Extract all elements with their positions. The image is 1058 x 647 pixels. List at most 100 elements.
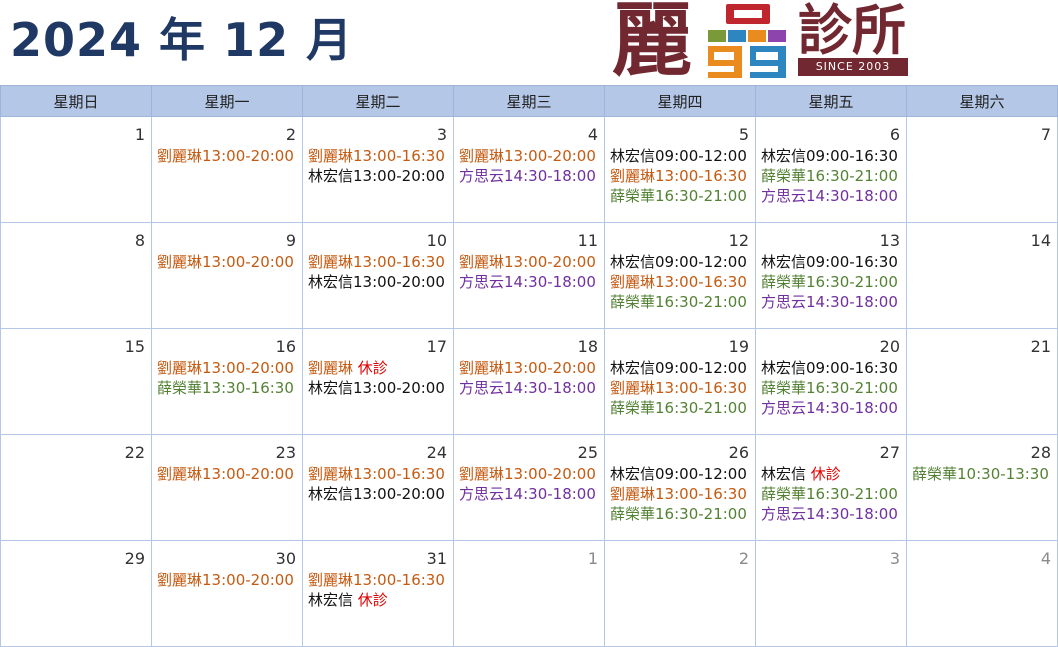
shift-time: 13:00-20:00: [353, 273, 445, 291]
day-cell[interactable]: 31 劉麗琳13:00-16:30 林宏信 休診: [302, 540, 454, 647]
closed-label: 休診: [357, 591, 388, 609]
shift-time: 13:00-20:00: [202, 571, 294, 589]
doctor-shift: 劉麗琳13:00-20:00: [157, 570, 296, 590]
day-cell[interactable]: 20 林宏信09:00-16:30 薛榮華16:30-21:00 方思云14:30-1…: [755, 328, 907, 435]
day-cell[interactable]: 19 林宏信09:00-12:00 劉麗琳13:00-16:30 薛榮華16:30-2…: [604, 328, 756, 435]
day-cell[interactable]: 2 劉麗琳13:00-20:00: [151, 116, 303, 223]
week-row: 8 9 劉麗琳13:00-20:00 10 劉麗琳13:00-16:30 林宏信13:00…: [0, 222, 1058, 329]
day-cell[interactable]: 3 劉麗琳13:00-16:30 林宏信13:00-20:00: [302, 116, 454, 223]
logo-char-li: 麗: [612, 0, 692, 87]
shift-time: 13:00-20:00: [202, 465, 294, 483]
doctor-name: 林宏信: [308, 485, 354, 503]
day-cell[interactable]: 13 林宏信09:00-16:30 薛榮華16:30-21:00 方思云14:30-1…: [755, 222, 907, 329]
day-number: 23: [275, 443, 296, 462]
doctor-shift: 劉麗琳13:00-20:00: [157, 146, 296, 166]
doctor-name: 薛榮華: [912, 465, 958, 483]
doctor-name: 薛榮華: [157, 379, 203, 397]
day-cell[interactable]: 25 劉麗琳13:00-20:00 方思云14:30-18:00: [453, 434, 605, 541]
day-cell[interactable]: 4 劉麗琳13:00-20:00 方思云14:30-18:00: [453, 116, 605, 223]
doctor-shift: 林宏信 休診: [308, 590, 447, 610]
weekday-header: 星期六: [906, 85, 1058, 117]
day-cell[interactable]: 21: [906, 328, 1058, 435]
day-cell[interactable]: 8: [0, 222, 152, 329]
doctor-shift: 林宏信09:00-16:30: [761, 252, 900, 272]
shift-time: 13:00-16:30: [655, 167, 747, 185]
doctor-shift: 林宏信09:00-12:00: [610, 252, 749, 272]
doctor-name: 方思云: [459, 273, 505, 291]
day-number: 4: [587, 125, 598, 144]
doctor-shift: 劉麗琳13:00-20:00: [459, 146, 598, 166]
doctor-name: 林宏信: [610, 359, 656, 377]
day-cell[interactable]: 30 劉麗琳13:00-20:00: [151, 540, 303, 647]
day-cell[interactable]: 9 劉麗琳13:00-20:00: [151, 222, 303, 329]
doctor-shift: 薛榮華16:30-21:00: [761, 484, 900, 504]
doctor-name: 劉麗琳: [308, 571, 354, 589]
day-cell[interactable]: 24 劉麗琳13:00-16:30 林宏信13:00-20:00: [302, 434, 454, 541]
doctor-name: 林宏信: [761, 465, 807, 483]
day-cell[interactable]: 17 劉麗琳 休診 林宏信13:00-20:00: [302, 328, 454, 435]
doctor-name: 劉麗琳: [157, 253, 203, 271]
doctor-name: 劉麗琳: [459, 147, 505, 165]
doctor-shift: 劉麗琳13:00-20:00: [157, 252, 296, 272]
shift-time: 16:30-21:00: [655, 187, 747, 205]
day-number: 22: [124, 443, 145, 462]
doctor-shift: 劉麗琳13:00-16:30: [610, 484, 749, 504]
shift-time: 14:30-18:00: [504, 167, 596, 185]
doctor-shift: 劉麗琳13:00-16:30: [308, 570, 447, 590]
doctor-shift: 劉麗琳13:00-16:30: [308, 464, 447, 484]
day-cell[interactable]: 5 林宏信09:00-12:00 劉麗琳13:00-16:30 薛榮華16:30-21…: [604, 116, 756, 223]
doctor-name: 劉麗琳: [308, 147, 354, 165]
doctor-name: 林宏信: [761, 147, 807, 165]
doctor-name: 方思云: [761, 293, 807, 311]
doctor-shift: 林宏信09:00-16:30: [761, 146, 900, 166]
day-cell[interactable]: 6 林宏信09:00-16:30 薛榮華16:30-21:00 方思云14:30-18…: [755, 116, 907, 223]
doctor-shift: 林宏信13:00-20:00: [308, 484, 447, 504]
doctor-shift: 林宏信13:00-20:00: [308, 166, 447, 186]
day-number: 3: [889, 549, 900, 568]
shift-time: 14:30-18:00: [806, 505, 898, 523]
day-cell[interactable]: 3: [755, 540, 907, 647]
day-cell[interactable]: 11 劉麗琳13:00-20:00 方思云14:30-18:00: [453, 222, 605, 329]
day-cell[interactable]: 2: [604, 540, 756, 647]
day-cell[interactable]: 15: [0, 328, 152, 435]
day-cell[interactable]: 23 劉麗琳13:00-20:00: [151, 434, 303, 541]
doctor-name: 劉麗琳: [308, 253, 354, 271]
doctor-name: 薛榮華: [610, 399, 656, 417]
doctor-shift: 劉麗琳13:00-20:00: [459, 252, 598, 272]
day-cell[interactable]: 22: [0, 434, 152, 541]
day-number: 2: [285, 125, 296, 144]
doctor-name: 劉麗琳: [308, 359, 354, 377]
day-number: 16: [275, 337, 296, 356]
day-cell[interactable]: 29: [0, 540, 152, 647]
day-cell[interactable]: 1: [453, 540, 605, 647]
shift-time: 16:30-21:00: [655, 293, 747, 311]
shift-time: 13:00-20:00: [504, 253, 596, 271]
day-number: 2: [738, 549, 749, 568]
day-number: 1: [134, 125, 145, 144]
day-cell[interactable]: 26 林宏信09:00-12:00 劉麗琳13:00-16:30 薛榮華16:30-2…: [604, 434, 756, 541]
day-number: 21: [1030, 337, 1051, 356]
day-cell[interactable]: 4: [906, 540, 1058, 647]
day-cell[interactable]: 7: [906, 116, 1058, 223]
doctor-shift: 薛榮華16:30-21:00: [610, 398, 749, 418]
calendar-body: 1 2 劉麗琳13:00-20:00 3 劉麗琳13:00-16:30 林宏信13:00-…: [0, 116, 1058, 647]
shift-time: 16:30-21:00: [655, 505, 747, 523]
day-cell[interactable]: 1: [0, 116, 152, 223]
day-cell[interactable]: 10 劉麗琳13:00-16:30 林宏信13:00-20:00: [302, 222, 454, 329]
doctor-name: 方思云: [761, 187, 807, 205]
logo-clinic-name: 診所: [798, 0, 906, 62]
day-cell[interactable]: 18 劉麗琳13:00-20:00 方思云14:30-18:00: [453, 328, 605, 435]
day-number: 12: [728, 231, 749, 250]
shift-time: 09:00-16:30: [806, 253, 898, 271]
day-number: 1: [587, 549, 598, 568]
day-cell[interactable]: 16 劉麗琳13:00-20:00 薛榮華13:30-16:30: [151, 328, 303, 435]
day-cell[interactable]: 12 林宏信09:00-12:00 劉麗琳13:00-16:30 薛榮華16:30-2…: [604, 222, 756, 329]
shift-time: 09:00-16:30: [806, 359, 898, 377]
shift-time: 16:30-21:00: [806, 379, 898, 397]
day-cell[interactable]: 14: [906, 222, 1058, 329]
day-number: 17: [426, 337, 447, 356]
doctor-name: 林宏信: [761, 359, 807, 377]
shift-time: 13:00-20:00: [504, 147, 596, 165]
day-cell[interactable]: 28 薛榮華10:30-13:30: [906, 434, 1058, 541]
day-cell[interactable]: 27 林宏信 休診 薛榮華16:30-21:00 方思云14:30-18:00: [755, 434, 907, 541]
